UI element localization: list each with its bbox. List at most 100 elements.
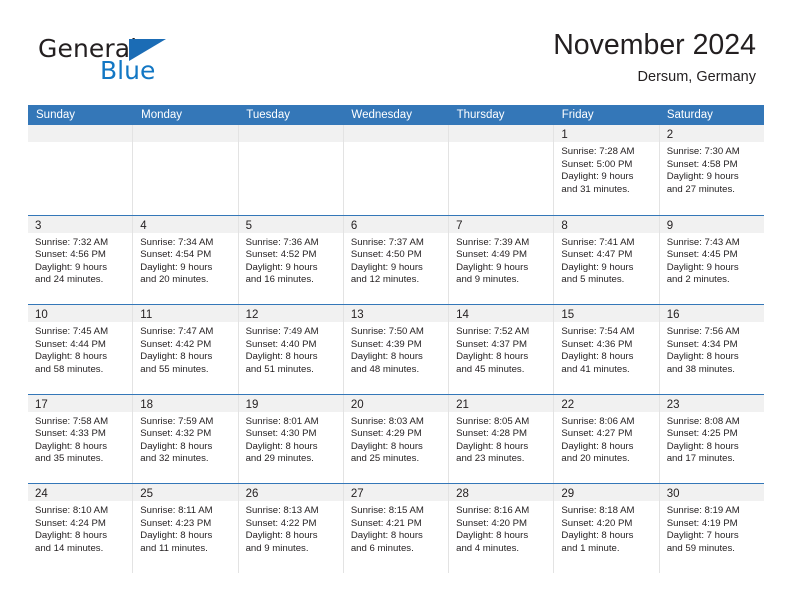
- sunrise-time: Sunrise: 7:52 AM: [456, 326, 530, 337]
- calendar-day-cell-empty: [343, 125, 450, 215]
- calendar-day-cell[interactable]: 4 Sunrise: 7:34 AM Sunset: 4:54 PM Daylight…: [133, 215, 239, 304]
- calendar-day-cell[interactable]: 3 Sunrise: 7:32 AM Sunset: 4:56 PM Daylight…: [28, 215, 134, 304]
- calendar-day-cell[interactable]: 11 Sunrise: 7:47 AM Sunset: 4:42 PM Dayligh…: [133, 305, 239, 394]
- calendar-day-cell[interactable]: 20 Sunrise: 8:03 AM Sunset: 4:29 PM Dayligh…: [343, 394, 450, 483]
- day-sun-info: Sunrise: 7:32 AM Sunset: 4:56 PM Daylight:…: [28, 233, 132, 287]
- day-sun-info: Sunrise: 7:56 AM Sunset: 4:34 PM Daylight:…: [660, 322, 764, 376]
- day-sun-info: Sunrise: 7:58 AM Sunset: 4:33 PM Daylight:…: [28, 412, 132, 466]
- calendar-day-cell[interactable]: 6 Sunrise: 7:37 AM Sunset: 4:50 PM Daylight…: [343, 215, 450, 304]
- day-number-band: [133, 125, 238, 142]
- calendar-day-cell[interactable]: 10 Sunrise: 7:45 AM Sunset: 4:44 PM Dayligh…: [28, 305, 134, 394]
- day-number-band: 2: [659, 125, 764, 142]
- daylight-duration-line1: Daylight: 8 hours: [561, 440, 634, 452]
- calendar-day-cell[interactable]: 17 Sunrise: 7:58 AM Sunset: 4:33 PM Dayligh…: [28, 394, 134, 483]
- calendar-page: General Blue November 2024 Dersum, Germa…: [0, 0, 792, 612]
- daylight-duration-line2: and 25 minutes.: [350, 453, 420, 465]
- sunset-time: Sunset: 4:23 PM: [140, 517, 212, 529]
- day-number-band: [343, 125, 449, 142]
- calendar-day-cell[interactable]: 14 Sunrise: 7:52 AM Sunset: 4:37 PM Dayligh…: [449, 305, 555, 394]
- daylight-duration-line2: and 9 minutes.: [456, 274, 520, 286]
- sunset-time: Sunset: 4:58 PM: [666, 158, 738, 170]
- sunrise-time: Sunrise: 8:15 AM: [350, 505, 424, 516]
- day-number-band: 8: [554, 215, 659, 233]
- day-number-band: 6: [343, 215, 449, 233]
- day-sun-info: Sunrise: 8:15 AM Sunset: 4:21 PM Daylight:…: [344, 501, 448, 555]
- daylight-duration-line2: and 12 minutes.: [350, 274, 420, 286]
- day-number-band: 18: [133, 394, 238, 412]
- day-number: [28, 129, 35, 141]
- sunset-time: Sunset: 4:22 PM: [245, 517, 317, 529]
- daylight-duration-line1: Daylight: 8 hours: [35, 530, 107, 542]
- calendar-day-cell[interactable]: 29 Sunrise: 8:18 AM Sunset: 4:20 PM Dayligh…: [554, 484, 660, 573]
- day-number-band: 28: [449, 484, 554, 501]
- calendar-day-cell[interactable]: 19 Sunrise: 8:01 AM Sunset: 4:30 PM Dayligh…: [238, 394, 344, 483]
- calendar-day-cell[interactable]: 15 Sunrise: 7:54 AM Sunset: 4:36 PM Dayligh…: [554, 305, 660, 394]
- daylight-duration-line2: and 31 minutes.: [561, 183, 630, 195]
- sunrise-time: Sunrise: 7:54 AM: [561, 326, 635, 337]
- calendar-day-cell[interactable]: 25 Sunrise: 8:11 AM Sunset: 4:23 PM Dayligh…: [133, 484, 239, 573]
- weekday-header-row: Sunday Monday Tuesday Wednesday Thursday…: [28, 105, 764, 125]
- daylight-duration-line1: Daylight: 8 hours: [561, 530, 634, 542]
- daylight-duration-line1: Daylight: 8 hours: [350, 530, 423, 542]
- calendar-day-cell[interactable]: 12 Sunrise: 7:49 AM Sunset: 4:40 PM Dayligh…: [238, 305, 344, 394]
- day-number: 30: [666, 488, 680, 500]
- sunrise-time: Sunrise: 7:30 AM: [666, 146, 740, 157]
- day-sun-info: Sunrise: 7:39 AM Sunset: 4:49 PM Daylight:…: [449, 233, 553, 287]
- calendar-day-cell[interactable]: 22 Sunrise: 8:06 AM Sunset: 4:27 PM Dayligh…: [554, 394, 660, 483]
- sunset-time: Sunset: 4:33 PM: [35, 428, 106, 440]
- calendar-day-cell[interactable]: 8 Sunrise: 7:41 AM Sunset: 4:47 PM Daylight…: [554, 215, 660, 304]
- daylight-duration-line1: Daylight: 9 hours: [350, 261, 423, 273]
- sunset-time: Sunset: 4:44 PM: [35, 338, 106, 350]
- calendar-day-cell[interactable]: 26 Sunrise: 8:13 AM Sunset: 4:22 PM Dayligh…: [238, 484, 344, 573]
- day-number-band: 22: [554, 394, 659, 412]
- day-number: 7: [456, 219, 463, 232]
- calendar-day-cell[interactable]: 7 Sunrise: 7:39 AM Sunset: 4:49 PM Daylight…: [449, 215, 555, 304]
- day-number: 15: [561, 309, 575, 321]
- day-number-band: 24: [28, 484, 133, 501]
- page-title: November 2024: [553, 29, 756, 61]
- calendar-day-cell[interactable]: 23 Sunrise: 8:08 AM Sunset: 4:25 PM Dayligh…: [659, 394, 764, 484]
- calendar-day-cell[interactable]: 9 Sunrise: 7:43 AM Sunset: 4:45 PM Daylight…: [659, 215, 764, 305]
- calendar-week-row: 24 Sunrise: 8:10 AM Sunset: 4:24 PM Dayligh…: [28, 483, 764, 573]
- day-sun-info: Sunrise: 7:59 AM Sunset: 4:32 PM Daylight:…: [133, 412, 237, 466]
- sunrise-time: Sunrise: 7:45 AM: [35, 326, 109, 337]
- day-sun-info: Sunrise: 8:13 AM Sunset: 4:22 PM Daylight:…: [239, 501, 343, 555]
- daylight-duration-line2: and 59 minutes.: [666, 542, 735, 554]
- day-sun-info: Sunrise: 8:08 AM Sunset: 4:25 PM Daylight:…: [660, 412, 764, 466]
- sunrise-time: Sunrise: 7:37 AM: [350, 236, 424, 248]
- day-sun-info: Sunrise: 7:30 AM Sunset: 4:58 PM Daylight:…: [660, 142, 764, 196]
- general-blue-logo[interactable]: General Blue: [38, 36, 228, 92]
- daylight-duration-line2: and 23 minutes.: [456, 453, 525, 465]
- calendar-day-cell[interactable]: 27 Sunrise: 8:15 AM Sunset: 4:21 PM Dayligh…: [343, 484, 450, 573]
- sunset-time: Sunset: 4:19 PM: [666, 517, 738, 529]
- calendar-day-cell[interactable]: 24 Sunrise: 8:10 AM Sunset: 4:24 PM Dayligh…: [28, 484, 134, 573]
- calendar-day-cell[interactable]: 16 Sunrise: 7:56 AM Sunset: 4:34 PM Dayligh…: [659, 305, 764, 394]
- calendar-weeks: 1 Sunrise: 7:28 AM Sunset: 5:00 PM Daylight…: [28, 125, 764, 573]
- daylight-duration-line2: and 58 minutes.: [35, 363, 104, 375]
- logo-text-blue: Blue: [100, 56, 156, 85]
- calendar-day-cell[interactable]: 18 Sunrise: 7:59 AM Sunset: 4:32 PM Dayligh…: [133, 394, 239, 483]
- daylight-duration-line1: Daylight: 8 hours: [666, 351, 739, 363]
- calendar-day-cell[interactable]: 30 Sunrise: 8:19 AM Sunset: 4:19 PM Dayligh…: [659, 484, 764, 573]
- daylight-duration-line2: and 20 minutes.: [561, 453, 630, 465]
- daylight-duration-line1: Daylight: 8 hours: [666, 440, 739, 452]
- day-sun-info: Sunrise: 7:41 AM Sunset: 4:47 PM Daylight:…: [554, 233, 658, 287]
- day-number: 22: [561, 398, 575, 411]
- day-number-band: 15: [554, 305, 659, 322]
- day-sun-info: Sunrise: 7:52 AM Sunset: 4:37 PM Daylight:…: [449, 322, 553, 376]
- calendar-day-cell[interactable]: 13 Sunrise: 7:50 AM Sunset: 4:39 PM Dayligh…: [343, 305, 450, 394]
- calendar-day-cell[interactable]: 21 Sunrise: 8:05 AM Sunset: 4:28 PM Dayligh…: [449, 394, 555, 483]
- calendar-day-cell[interactable]: 1 Sunrise: 7:28 AM Sunset: 5:00 PM Daylight…: [554, 125, 660, 215]
- daylight-duration-line2: and 5 minutes.: [561, 274, 625, 286]
- sunrise-time: Sunrise: 8:13 AM: [245, 505, 319, 516]
- sunset-time: Sunset: 4:25 PM: [666, 428, 738, 440]
- day-number: 24: [35, 488, 48, 500]
- calendar-day-cell[interactable]: 5 Sunrise: 7:36 AM Sunset: 4:52 PM Daylight…: [238, 215, 344, 304]
- day-number-band: 1: [554, 125, 659, 142]
- calendar-day-cell[interactable]: 2 Sunrise: 7:30 AM Sunset: 4:58 PM Daylight…: [659, 125, 764, 215]
- daylight-duration-line1: Daylight: 9 hours: [561, 261, 634, 273]
- sunset-time: Sunset: 4:54 PM: [140, 249, 212, 261]
- calendar-day-cell[interactable]: 28 Sunrise: 8:16 AM Sunset: 4:20 PM Dayligh…: [449, 484, 555, 573]
- day-number-band: 12: [238, 305, 343, 322]
- day-sun-info: Sunrise: 8:18 AM Sunset: 4:20 PM Daylight:…: [554, 501, 658, 555]
